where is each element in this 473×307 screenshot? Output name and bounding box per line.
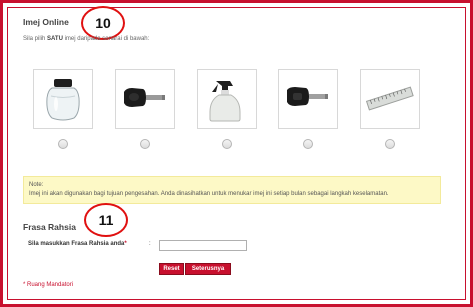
page-border-inner — [7, 7, 466, 300]
next-button[interactable]: Seterusnya — [185, 263, 231, 275]
spray-bottle-icon — [209, 81, 241, 122]
image-radio-4[interactable] — [303, 139, 313, 149]
image-option-3[interactable] — [197, 69, 257, 129]
note-label: Note: — [29, 182, 44, 188]
secret-phrase-label: Sila masukkan Frasa Rahsia anda* — [28, 241, 127, 247]
step-callout-10: 10 — [81, 6, 125, 40]
step-callout-11: 11 — [84, 203, 128, 237]
online-image-title: Imej Online — [23, 17, 69, 27]
image-option-4[interactable] — [278, 69, 338, 129]
required-mark: * — [124, 241, 127, 247]
image-radio-5[interactable] — [385, 139, 395, 149]
car-key-icon — [287, 87, 328, 106]
image-radio-3[interactable] — [222, 139, 232, 149]
image-instruction: Sila pilih SATU imej daripada senarai di… — [23, 36, 150, 42]
ruler-icon — [365, 86, 414, 111]
image-option-5[interactable] — [360, 69, 420, 129]
image-radio-1[interactable] — [58, 139, 68, 149]
car-key-icon — [124, 88, 165, 107]
note-text: Imej ini akan digunakan bagi tujuan peng… — [29, 191, 389, 197]
image-option-1[interactable] — [33, 69, 93, 129]
label-colon: : — [149, 241, 151, 247]
mandatory-note: * Ruang Mandatori — [23, 282, 74, 288]
note-box: Note: Imej ini akan digunakan bagi tujua… — [23, 176, 441, 204]
secret-phrase-title: Frasa Rahsia — [23, 222, 76, 232]
reset-button[interactable]: Reset — [159, 263, 184, 275]
image-option-2[interactable] — [115, 69, 175, 129]
image-radio-2[interactable] — [140, 139, 150, 149]
secret-phrase-input[interactable] — [159, 240, 247, 251]
glass-jar-icon — [46, 79, 80, 121]
